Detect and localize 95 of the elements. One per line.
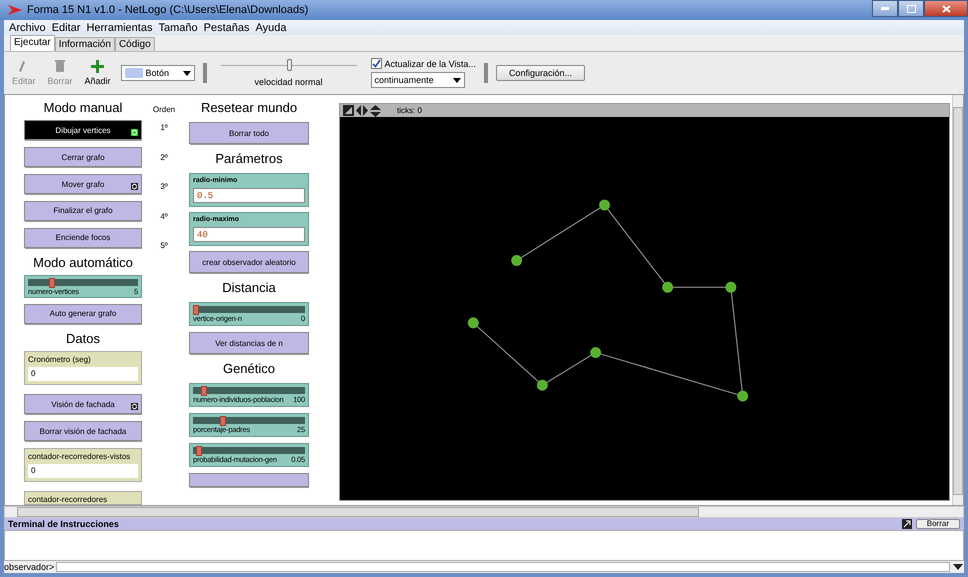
close-icon <box>942 4 950 12</box>
left-right-arrows-icon[interactable] <box>356 105 368 116</box>
trash-icon <box>54 60 67 73</box>
up-down-arrows-icon[interactable] <box>370 104 381 116</box>
arrow-logo-icon <box>8 5 22 15</box>
text-widget-icon <box>124 68 143 78</box>
vertical-scrollbar[interactable] <box>952 95 963 505</box>
minimize-button[interactable] <box>872 0 898 17</box>
widget-button[interactable]: Dibujar vertices <box>24 120 142 140</box>
slider-thumb[interactable] <box>220 416 226 426</box>
widget-button[interactable]: Enciende focos <box>24 228 142 248</box>
menu-item[interactable]: Herramientas <box>85 22 154 34</box>
checkmark-icon <box>372 59 381 68</box>
section-title: Parámetros <box>214 151 284 168</box>
order-number: 4º <box>160 212 168 222</box>
tab[interactable]: Ejecutar <box>10 35 55 51</box>
clear-button[interactable]: Borrar <box>916 519 960 529</box>
slider-thumb[interactable] <box>48 278 55 288</box>
detach-icon[interactable] <box>902 519 912 529</box>
terminal-title: Terminal de Instrucciones <box>8 519 120 529</box>
section-title: Resetear mundo <box>200 100 298 117</box>
monitor-label: contador-recorredores <box>28 494 108 504</box>
slider-track[interactable] <box>193 306 305 313</box>
slider-track[interactable] <box>193 387 305 394</box>
order-number: 5º <box>160 241 168 252</box>
slider-thumb[interactable] <box>196 446 202 456</box>
vertex-node <box>599 200 610 211</box>
section-title: Distancia <box>221 280 277 297</box>
forever-icon <box>131 403 138 410</box>
widget-button[interactable]: Visión de fachada <box>24 394 142 414</box>
vertex-node <box>468 317 479 328</box>
menu-item[interactable]: Pestañas <box>202 22 250 34</box>
input-field[interactable]: 40 <box>193 227 305 242</box>
input-field[interactable]: 0.5 <box>193 188 305 203</box>
command-prompt: observador> <box>4 562 54 572</box>
dropdown-arrow-icon[interactable] <box>952 562 964 572</box>
menu-item[interactable]: Editar <box>50 22 82 34</box>
order-number: 1º <box>160 123 168 134</box>
monitor-value: 0 <box>28 367 138 382</box>
settings-button[interactable]: Configuración... <box>496 65 585 81</box>
widget-button[interactable]: Finalizar el grafo <box>24 200 142 221</box>
widget-type-dropdown[interactable]: Botón <box>120 65 195 81</box>
section-title: Modo manual <box>42 100 124 116</box>
ticks-counter: ticks: 0 <box>397 106 422 115</box>
forever-icon <box>131 182 138 190</box>
widget-button[interactable]: Mover grafo <box>24 174 142 194</box>
section-title: Modo automático <box>32 254 134 271</box>
slider-thumb[interactable] <box>201 386 208 396</box>
close-button[interactable] <box>924 0 968 17</box>
widget-button[interactable]: Borrar todo <box>189 122 309 144</box>
order-number: 2º <box>160 152 168 164</box>
vertex-node <box>725 282 736 293</box>
vertex-node <box>590 347 602 358</box>
vertex-node <box>737 390 748 402</box>
vertex-node <box>536 380 548 391</box>
update-mode-dropdown[interactable]: continuamente <box>370 72 465 88</box>
slider-thumb[interactable] <box>193 305 199 315</box>
dropdown-arrow-icon <box>182 70 191 76</box>
widget-button[interactable]: Ver distancias de n <box>189 332 309 354</box>
vertex-node <box>662 282 674 293</box>
menu-item[interactable]: Ayuda <box>254 22 288 34</box>
maximize-button[interactable] <box>898 0 924 17</box>
slider-thumb[interactable] <box>286 59 292 71</box>
widget-button[interactable] <box>189 473 309 487</box>
tab[interactable]: Información <box>54 37 115 51</box>
order-label: Orden <box>152 105 176 114</box>
command-input[interactable] <box>56 562 950 572</box>
slider-track[interactable] <box>28 279 138 286</box>
section-title: Genético <box>222 361 276 378</box>
slider-track[interactable] <box>193 417 305 424</box>
maximize-icon <box>906 4 916 12</box>
monitor-value: 0 <box>28 464 138 478</box>
vertex-node <box>511 255 522 266</box>
widget-button[interactable]: crear observador aleatorio <box>189 251 309 273</box>
widget-button[interactable]: Borrar visión de fachada <box>24 421 142 441</box>
widget-button[interactable]: Auto generar grafo <box>24 304 142 324</box>
menu-item[interactable]: Archivo <box>8 22 47 34</box>
view-updates-checkbox[interactable]: Actualizar de la Vista... <box>370 58 476 69</box>
menu-item[interactable]: Tamaño <box>157 22 199 34</box>
window-title: Forma 15 N1 v1.0 - NetLogo (C:\Users\Elena\Downloads) <box>27 4 310 16</box>
forever-icon <box>131 129 138 136</box>
dropdown-arrow-icon <box>452 78 461 82</box>
horizontal-scrollbar[interactable] <box>4 506 964 518</box>
speed-label: velocidad normal <box>254 77 323 87</box>
minimize-icon <box>881 7 889 10</box>
widget-button[interactable]: Cerrar grafo <box>24 147 142 168</box>
slider-track[interactable] <box>193 447 305 454</box>
monitor-label: Cronómetro (seg) <box>28 355 92 364</box>
plus-icon <box>91 60 104 73</box>
section-title: Datos <box>65 330 101 348</box>
toolbar-button[interactable]: Añadir <box>82 60 113 86</box>
order-number: 3º <box>160 182 168 193</box>
monitor-label: contador-recorredores-vistos <box>28 452 132 461</box>
tab[interactable]: Código <box>114 37 155 51</box>
resize-icon[interactable] <box>343 105 354 116</box>
